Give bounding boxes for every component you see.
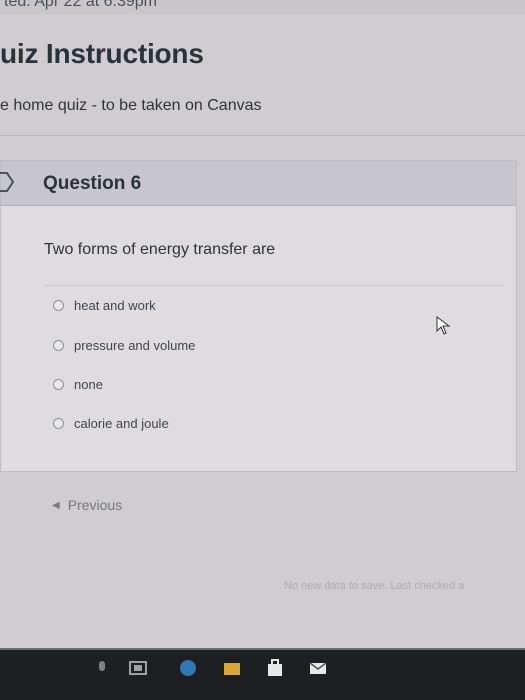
answer-label: none bbox=[74, 376, 103, 392]
save-status-text: No new data to save. Last checked a bbox=[284, 580, 465, 592]
answer-option-heat-and-work[interactable]: heat and work bbox=[53, 294, 156, 316]
mail-icon[interactable] bbox=[308, 658, 328, 678]
edge-browser-icon[interactable] bbox=[178, 658, 198, 678]
radio-button[interactable] bbox=[53, 299, 64, 311]
answer-label: calorie and joule bbox=[74, 415, 169, 431]
question-text: Two forms of energy transfer are bbox=[44, 241, 276, 258]
task-view-icon[interactable] bbox=[128, 658, 148, 678]
previous-button[interactable]: ◀ Previous bbox=[52, 497, 122, 513]
page-title: uiz Instructions bbox=[0, 38, 204, 69]
radio-button[interactable] bbox=[53, 417, 64, 429]
flag-icon[interactable] bbox=[0, 171, 15, 193]
microphone-icon[interactable] bbox=[92, 658, 112, 678]
answer-option-none[interactable]: none bbox=[53, 373, 103, 395]
header-divider bbox=[0, 135, 525, 136]
answer-option-calorie-and-joule[interactable]: calorie and joule bbox=[53, 412, 169, 434]
quiz-description: e home quiz - to be taken on Canvas bbox=[0, 97, 262, 114]
chevron-left-icon: ◀ bbox=[52, 499, 60, 511]
question-title: Question 6 bbox=[43, 173, 142, 194]
due-date-text: ted. Apr 22 at 6:39pm bbox=[4, 0, 157, 10]
answer-label: heat and work bbox=[74, 297, 156, 313]
taskbar bbox=[0, 650, 525, 700]
file-explorer-icon[interactable] bbox=[222, 658, 242, 678]
radio-button[interactable] bbox=[53, 339, 64, 351]
answer-separator bbox=[44, 285, 504, 286]
due-date-strip: ted. Apr 22 at 6:39pm bbox=[0, 0, 525, 14]
answer-option-pressure-and-volume[interactable]: pressure and volume bbox=[53, 334, 195, 356]
store-icon[interactable] bbox=[265, 658, 285, 678]
previous-label: Previous bbox=[67, 497, 123, 513]
mouse-pointer-icon bbox=[436, 316, 451, 335]
answer-label: pressure and volume bbox=[74, 337, 196, 353]
question-header: Question 6 bbox=[0, 161, 516, 206]
radio-button[interactable] bbox=[53, 378, 64, 390]
